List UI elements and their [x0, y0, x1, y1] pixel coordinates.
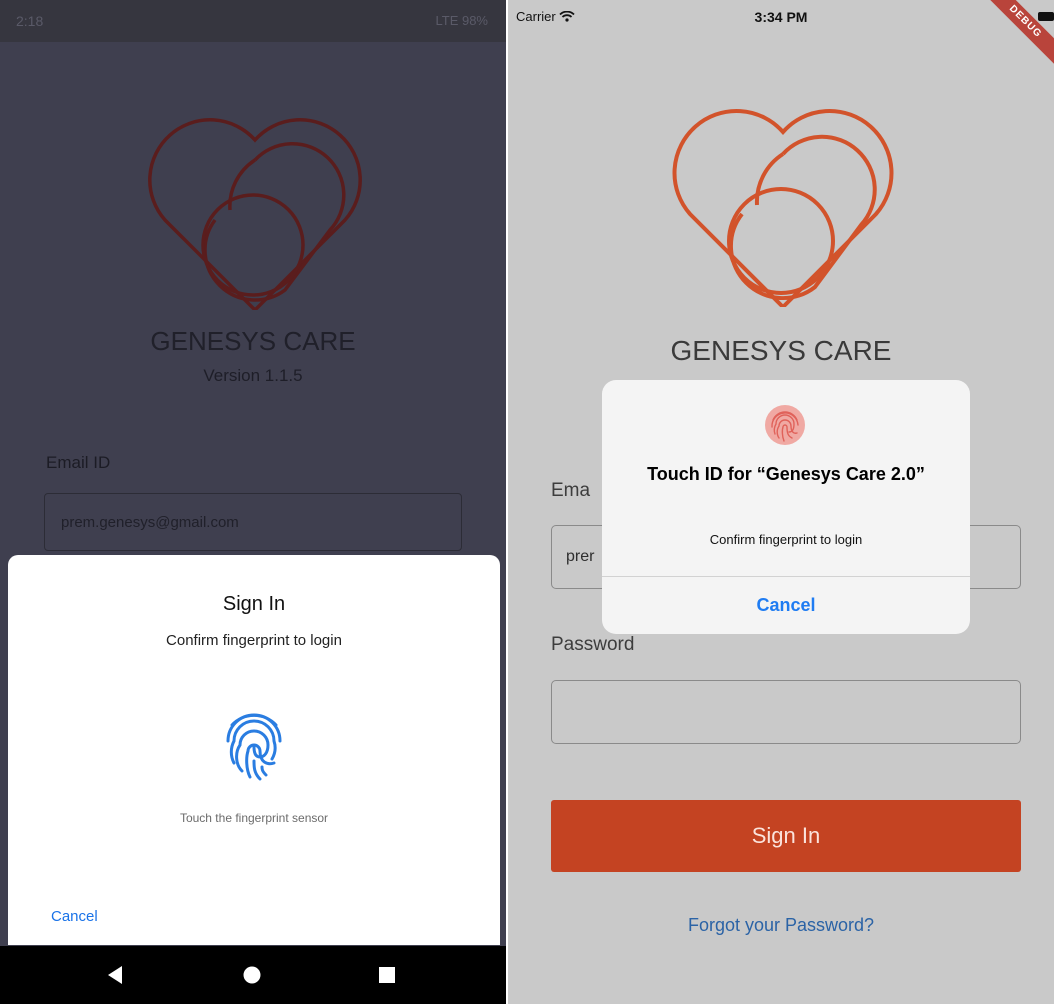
alert-cancel-button[interactable]: Cancel: [602, 577, 970, 634]
cancel-button[interactable]: Cancel: [51, 908, 98, 925]
back-icon[interactable]: [106, 965, 126, 985]
sign-in-button[interactable]: Sign In: [551, 800, 1021, 872]
touch-id-fingerprint-icon: [765, 405, 805, 445]
status-time: 2:18: [16, 13, 44, 29]
status-indicators: LTE 98%: [435, 13, 488, 28]
ios-screen: Carrier 3:34 PM DEBUG GENESYS CARE Ema p…: [508, 0, 1054, 1004]
android-status-bar: 2:18 LTE 98%: [0, 0, 506, 42]
email-value: prer: [566, 548, 595, 565]
app-title: GENESYS CARE: [670, 335, 892, 366]
email-label: Email ID: [46, 453, 111, 472]
email-label: Ema: [551, 480, 591, 501]
battery-icon: [1038, 12, 1054, 21]
password-label: Password: [551, 634, 635, 655]
alert-title: Touch ID for “Genesys Care 2.0”: [647, 464, 925, 484]
genesys-logo-icon: [148, 118, 362, 310]
fingerprint-dialog: Sign In Confirm fingerprint to login Tou…: [8, 555, 500, 945]
dialog-subtitle: Confirm fingerprint to login: [166, 632, 342, 649]
recents-icon[interactable]: [378, 966, 396, 984]
genesys-logo-icon: [672, 109, 894, 307]
status-time: 3:34 PM: [754, 9, 808, 25]
forgot-password-link[interactable]: Forgot your Password?: [508, 915, 1054, 936]
dialog-hint: Touch the fingerprint sensor: [179, 811, 329, 825]
alert-message: Confirm fingerprint to login: [709, 532, 863, 547]
android-nav-bar: [0, 946, 506, 1004]
email-field[interactable]: prem.genesys@gmail.com: [44, 493, 462, 551]
fingerprint-icon[interactable]: [224, 711, 284, 783]
app-title: GENESYS CARE: [150, 326, 356, 356]
app-version: Version 1.1.5: [203, 366, 303, 385]
email-value: prem.genesys@gmail.com: [61, 514, 239, 531]
password-field[interactable]: [551, 680, 1021, 744]
dialog-title: Sign In: [222, 593, 286, 615]
android-screen: 2:18 LTE 98% GENESYS CARE Version 1.1.5 …: [0, 0, 506, 1004]
touch-id-alert: Touch ID for “Genesys Care 2.0” Confirm …: [602, 380, 970, 634]
home-icon[interactable]: [242, 965, 262, 985]
